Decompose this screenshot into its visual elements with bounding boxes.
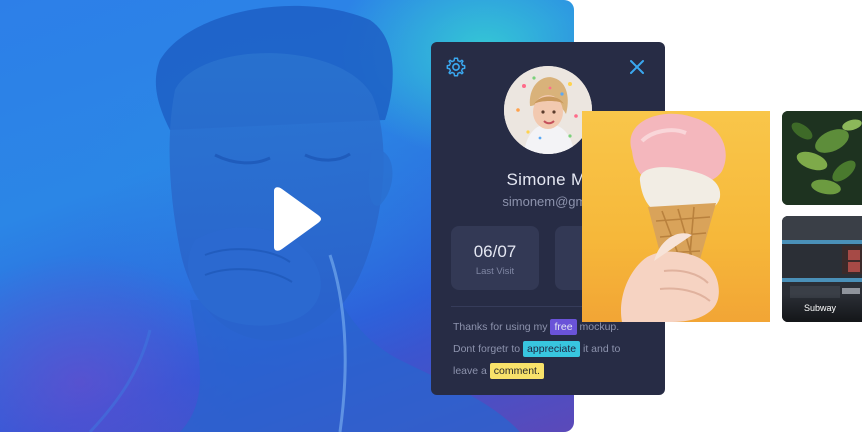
- thumb-caption: Subway: [782, 294, 862, 322]
- tag-appreciate: appreciate: [523, 341, 581, 357]
- avatar: [504, 66, 592, 154]
- tag-free: free: [550, 319, 577, 335]
- stat-label: Last Visit: [475, 266, 515, 277]
- gallery-thumb-plant[interactable]: [782, 111, 862, 205]
- gallery-image-icecream[interactable]: [582, 111, 770, 322]
- message-part: Thanks for using my: [453, 321, 548, 333]
- tag-comment: comment.: [489, 363, 544, 379]
- plant-photo: [782, 111, 862, 205]
- message-part: it and to: [583, 343, 621, 355]
- stat-last-visit: 06/07 Last Visit: [451, 226, 539, 290]
- message-part: leave a: [453, 365, 487, 377]
- gear-icon[interactable]: [445, 56, 467, 78]
- avatar-photo: [504, 66, 592, 154]
- stat-value: 06/07: [473, 242, 517, 261]
- close-icon[interactable]: [628, 58, 646, 76]
- message-text: Thanks for using my free mockup. Dont fo…: [453, 316, 653, 382]
- message-part: Dont forgetr to: [453, 343, 521, 355]
- icecream-photo: [620, 113, 726, 322]
- message-part: mockup.: [579, 321, 620, 333]
- play-icon[interactable]: [266, 187, 322, 251]
- gallery-thumb-subway[interactable]: Subway: [782, 216, 862, 322]
